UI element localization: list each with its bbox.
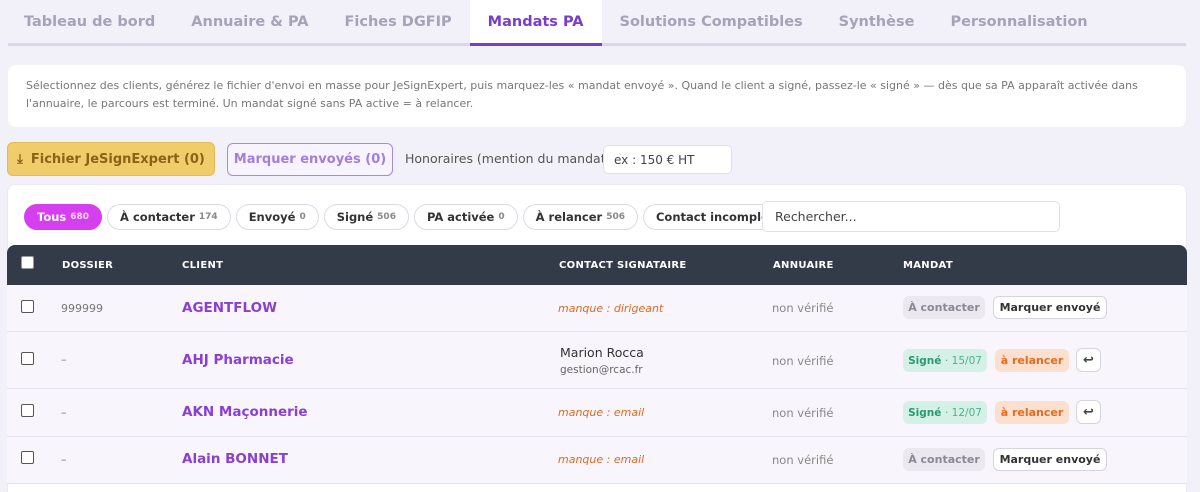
undo-arrow-icon[interactable]: ↩ xyxy=(1076,400,1101,424)
select-all-checkbox[interactable] xyxy=(21,256,34,269)
table-row: – AKN Maçonnerie manque : email non véri… xyxy=(7,389,1187,437)
dossier-number: – xyxy=(61,453,67,466)
signed-badge: Signé · 12/07 xyxy=(903,401,987,424)
filter-to-contact[interactable]: À contacter 174 xyxy=(107,204,231,230)
tab-fiches-dgfip[interactable]: Fiches DGFIP xyxy=(326,0,469,43)
table-row: – Alain BONNET manque : email non vérifi… xyxy=(7,437,1187,484)
undo-arrow-icon[interactable]: ↩ xyxy=(1076,348,1101,372)
tab-synthese[interactable]: Synthèse xyxy=(821,0,933,43)
contact-name: Marion Rocca xyxy=(560,345,644,360)
row-checkbox[interactable] xyxy=(21,352,34,365)
annuaire-status: non vérifié xyxy=(772,406,834,420)
contact-missing: manque : email xyxy=(558,406,645,419)
filter-sent[interactable]: Envoyé 0 xyxy=(235,204,319,230)
row-checkbox[interactable] xyxy=(21,404,34,417)
contact-missing: manque : email xyxy=(558,453,645,466)
to-remind-badge: à relancer xyxy=(995,349,1069,372)
download-icon: ⤓ xyxy=(17,151,23,167)
info-box: Sélectionnez des clients, générez le fic… xyxy=(8,65,1186,127)
mark-sent-button[interactable]: Marquer envoyés (0) xyxy=(227,143,393,176)
col-client: CLIENT xyxy=(182,260,224,271)
col-annuaire: ANNUAIRE xyxy=(773,260,834,271)
dossier-number: – xyxy=(61,353,67,366)
row-checkbox[interactable] xyxy=(21,451,34,464)
jesignexpert-file-button[interactable]: ⤓ Fichier JeSignExpert (0) xyxy=(7,142,215,176)
jesignexpert-file-label: Fichier JeSignExpert (0) xyxy=(30,151,205,167)
client-name[interactable]: Alain BONNET xyxy=(182,451,288,467)
tab-solutions-compatibles[interactable]: Solutions Compatibles xyxy=(602,0,821,43)
tab-personnalisation[interactable]: Personnalisation xyxy=(932,0,1105,43)
filter-signed[interactable]: Signé 506 xyxy=(323,204,409,230)
mark-sent-row-button[interactable]: Marquer envoyé xyxy=(993,296,1107,319)
annuaire-status: non vérifié xyxy=(772,453,834,467)
dossier-number: 999999 xyxy=(61,302,103,315)
tab-tableau-de-bord[interactable]: Tableau de bord xyxy=(8,0,173,43)
tab-bar: Tableau de bord Annuaire & PA Fiches DGF… xyxy=(8,0,1186,46)
status-badge: À contacter xyxy=(903,296,985,319)
dossier-number: – xyxy=(61,406,67,419)
table-row: – AHJ Pharmacie Marion Rocca gestion@rca… xyxy=(7,332,1187,389)
fees-input[interactable] xyxy=(603,145,732,174)
row-checkbox[interactable] xyxy=(21,300,34,313)
to-remind-badge: à relancer xyxy=(995,401,1069,424)
col-dossier: DOSSIER xyxy=(62,260,114,271)
annuaire-status: non vérifié xyxy=(772,354,834,368)
fees-label: Honoraires (mention du mandat) xyxy=(405,151,611,166)
filter-chips: Tous 680 À contacter 174 Envoyé 0 Signé 506 … xyxy=(24,204,811,230)
table-row: 999999 AGENTFLOW manque : dirigeant non … xyxy=(7,285,1187,332)
contact-email: gestion@rcac.fr xyxy=(560,364,643,376)
col-mandat: MANDAT xyxy=(903,260,953,271)
table-header: DOSSIER CLIENT CONTACT SIGNATAIRE ANNUAI… xyxy=(7,245,1187,285)
filter-all[interactable]: Tous 680 xyxy=(24,204,103,230)
filter-pa-activated[interactable]: PA activée 0 xyxy=(413,204,518,230)
info-line-1: Sélectionnez des clients, générez le fic… xyxy=(26,79,1138,92)
client-name[interactable]: AGENTFLOW xyxy=(182,300,277,316)
client-name[interactable]: AKN Maçonnerie xyxy=(182,404,308,420)
col-contact: CONTACT SIGNATAIRE xyxy=(559,260,687,271)
annuaire-status: non vérifié xyxy=(772,301,834,315)
signed-badge: Signé · 15/07 xyxy=(903,349,987,372)
contact-missing: manque : dirigeant xyxy=(558,302,664,315)
search-input[interactable] xyxy=(762,201,1060,232)
tab-annuaire-pa[interactable]: Annuaire & PA xyxy=(173,0,326,43)
info-line-2: l'annuaire, le parcours est terminé. Un … xyxy=(26,97,474,110)
mark-sent-row-button[interactable]: Marquer envoyé xyxy=(993,448,1107,471)
status-badge: À contacter xyxy=(903,448,985,471)
filter-to-remind[interactable]: À relancer 506 xyxy=(522,204,638,230)
client-name[interactable]: AHJ Pharmacie xyxy=(182,352,294,368)
tab-mandats-pa[interactable]: Mandats PA xyxy=(469,0,602,46)
